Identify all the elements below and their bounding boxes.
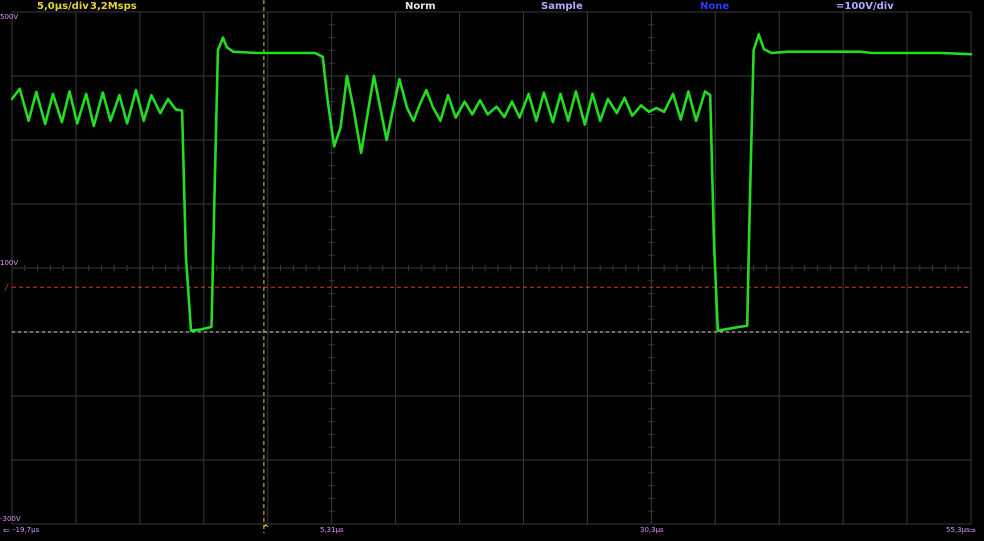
trigger-position-icon[interactable]: ^ — [262, 524, 270, 534]
y-label-middle: 100V — [0, 259, 19, 267]
x-label-left: -19,7µs — [13, 526, 40, 534]
y-label-top: 500V — [0, 13, 19, 21]
trigger-level-icon[interactable]: / — [5, 283, 8, 293]
x-label-right: 55,3µs — [946, 526, 970, 534]
trigger-mode-readout[interactable]: Norm — [405, 1, 436, 12]
x-label-center-left: 5,31µs — [320, 526, 344, 534]
channel-scale-readout[interactable]: =100V/div — [836, 1, 894, 12]
sample-rate-readout[interactable]: 3,2Msps — [90, 1, 137, 12]
x-label-center-right: 30,3µs — [640, 526, 664, 534]
scroll-right-arrow-icon[interactable]: ⇒ — [969, 526, 976, 535]
scroll-left-arrow-icon[interactable]: ⇐ — [3, 526, 10, 535]
timebase-readout[interactable]: 5,0µs/div — [37, 1, 89, 12]
y-label-bottom: -300V — [0, 515, 21, 523]
scope-display — [0, 0, 984, 541]
math-readout[interactable]: None — [700, 1, 729, 12]
acquisition-mode-readout[interactable]: Sample — [541, 1, 583, 12]
